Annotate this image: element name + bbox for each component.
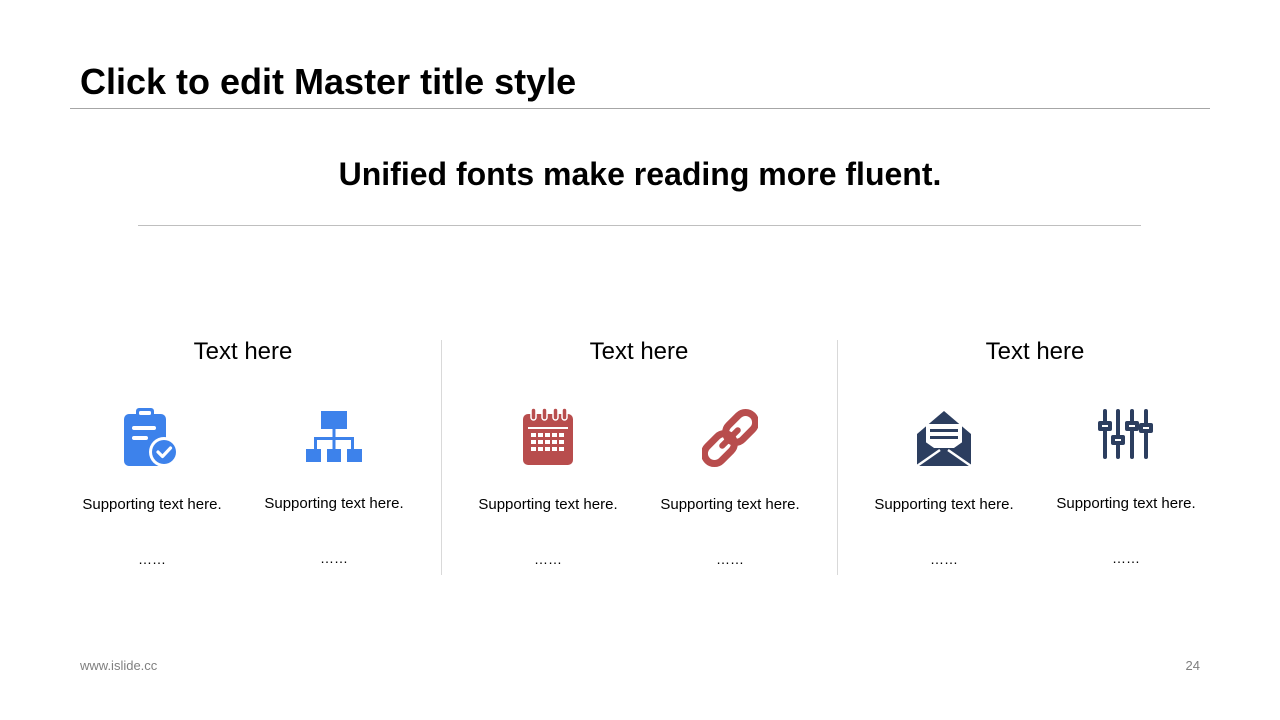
group-heading: Text here <box>589 338 689 365</box>
clipboard-check-icon <box>124 408 180 468</box>
ellipsis: …… <box>1112 550 1140 566</box>
group-heading: Text here <box>193 338 293 365</box>
supporting-text: Supporting text here. <box>660 496 800 513</box>
calendar-icon <box>520 408 576 468</box>
ellipsis: …… <box>930 551 958 567</box>
page-number: 24 <box>1185 658 1200 673</box>
feature-item: Supporting text here. …… <box>645 408 815 578</box>
link-icon <box>702 408 758 468</box>
supporting-text: Supporting text here. <box>1056 495 1196 512</box>
slide-subtitle: Unified fonts make reading more fluent. <box>338 156 942 192</box>
feature-item: Supporting text here. …… <box>67 408 237 578</box>
feature-group: Text here Supporting text here. …… Suppo… <box>45 330 441 580</box>
feature-item: Supporting text here. …… <box>463 408 633 578</box>
supporting-text: Supporting text here. <box>874 496 1014 513</box>
group-heading: Text here <box>985 338 1085 365</box>
feature-group: Text here Supporting text here. …… Suppo… <box>837 330 1233 580</box>
ellipsis: …… <box>138 551 166 567</box>
org-chart-icon <box>306 407 362 467</box>
sliders-icon <box>1098 407 1154 467</box>
ellipsis: …… <box>534 551 562 567</box>
slide-title: Click to edit Master title style <box>80 61 577 102</box>
ellipsis: …… <box>320 550 348 566</box>
supporting-text: Supporting text here. <box>478 496 618 513</box>
feature-item: Supporting text here. …… <box>859 408 1029 578</box>
footer-url: www.islide.cc <box>80 658 158 673</box>
feature-item: Supporting text here. …… <box>249 407 419 577</box>
feature-item: Supporting text here. …… <box>1041 407 1211 577</box>
supporting-text: Supporting text here. <box>264 495 404 512</box>
ellipsis: …… <box>716 551 744 567</box>
supporting-text: Supporting text here. <box>82 496 222 513</box>
subtitle-divider <box>138 225 1141 226</box>
feature-group: Text here Supporting text here. …… Suppo… <box>441 330 837 580</box>
open-envelope-icon <box>916 408 972 468</box>
title-divider <box>70 108 1210 109</box>
